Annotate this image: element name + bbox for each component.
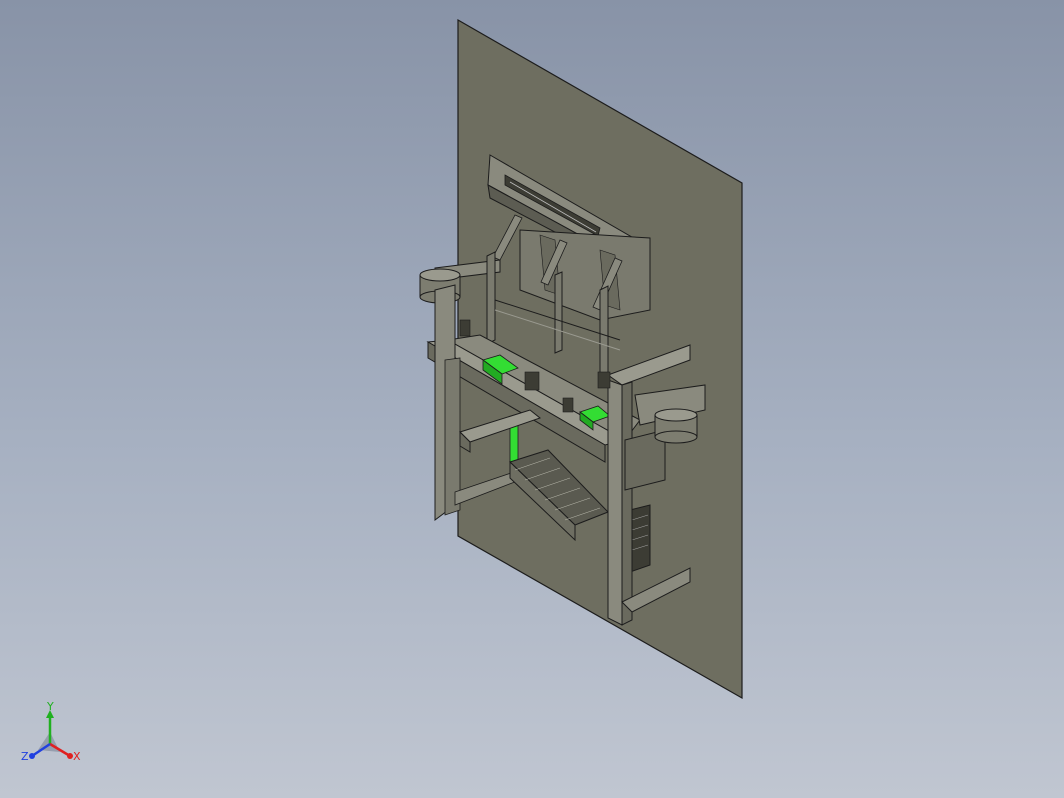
triad-x-label: X [73,750,81,763]
right-mesh-rack[interactable] [629,504,651,573]
view-triad[interactable]: Y X Z [18,700,88,772]
triad-icon: Y X Z [21,700,81,763]
cad-model-view[interactable] [0,0,1064,798]
left-leg[interactable] [434,284,461,521]
graphics-viewport[interactable]: Y X Z [0,0,1064,798]
triad-y-label: Y [46,700,54,713]
triad-z-label: Z [21,750,29,763]
